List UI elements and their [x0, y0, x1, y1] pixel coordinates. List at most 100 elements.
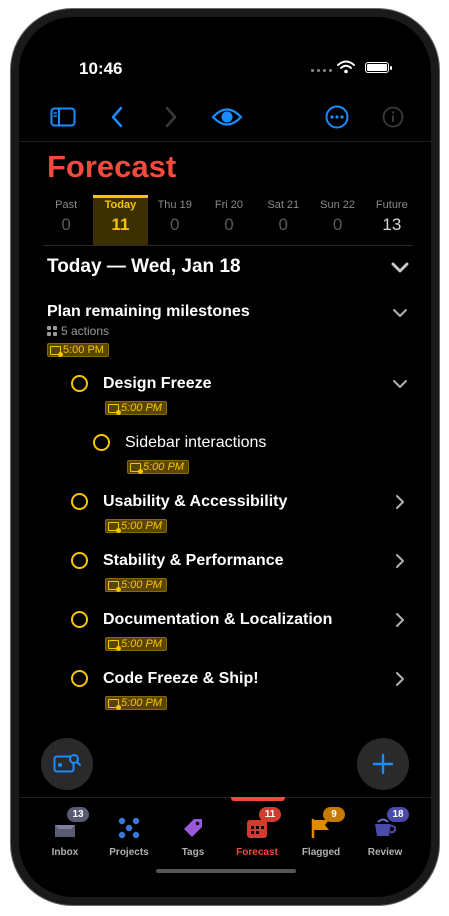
chevron-left-icon: [111, 106, 123, 128]
day-count: 13: [382, 215, 402, 234]
device-frame: 10:46 Forecast Past 0 Today 11 Thu 19 0 …: [10, 8, 440, 906]
tab-label: Forecast: [236, 847, 278, 858]
day-fri-20[interactable]: Fri 20 0: [202, 195, 256, 245]
tab-inbox[interactable]: 13 Inbox: [33, 805, 97, 865]
eye-icon: [211, 108, 243, 126]
tab-label: Review: [367, 847, 403, 858]
day-label: Future: [375, 199, 408, 211]
back-button[interactable]: [99, 99, 135, 135]
view-options-button[interactable]: [209, 99, 245, 135]
sidebar-icon: [50, 107, 76, 127]
quick-open-button[interactable]: [41, 738, 93, 790]
calendar-icon: [108, 521, 121, 533]
day-label: Today: [104, 199, 137, 211]
task-checkbox[interactable]: [93, 434, 110, 451]
chevron-down-icon[interactable]: [391, 375, 409, 393]
tab-badge: 9: [323, 807, 345, 822]
tabbar-divider: [19, 797, 431, 798]
day-sat-21[interactable]: Sat 21 0: [256, 195, 310, 245]
due-time: 5:00 PM: [121, 520, 162, 532]
day-future[interactable]: Future 13: [365, 195, 419, 245]
sidebar-toggle-button[interactable]: [45, 99, 81, 135]
task-checkbox[interactable]: [71, 493, 88, 510]
tab-label: Tags: [181, 847, 205, 858]
day-today[interactable]: Today 11: [93, 195, 148, 245]
wifi-icon: [337, 60, 355, 74]
due-badge: 5:00 PM: [105, 401, 167, 415]
status-time: 10:46: [79, 59, 123, 78]
day-count: 0: [169, 215, 180, 234]
chevron-down-icon[interactable]: [391, 259, 409, 277]
day-sun-22[interactable]: Sun 22 0: [310, 195, 364, 245]
chevron-down-icon[interactable]: [391, 304, 409, 322]
chevron-right-icon[interactable]: [391, 552, 409, 570]
tab-review[interactable]: 18 Review: [353, 805, 417, 865]
battery-icon: [365, 62, 392, 73]
tab-label: Flagged: [301, 847, 341, 858]
task-checkbox[interactable]: [71, 670, 88, 687]
tab-badge: 11: [259, 807, 281, 822]
day-count: 11: [111, 215, 130, 234]
actions-icon: [47, 326, 57, 336]
tab-label: Projects: [109, 847, 149, 858]
chevron-right-icon[interactable]: [391, 493, 409, 511]
chevron-right-icon[interactable]: [391, 670, 409, 688]
day-label: Sat 21: [267, 199, 300, 211]
forecast-day-strip: Past 0 Today 11 Thu 19 0 Fri 20 0 Sat 21 0 Su…: [39, 195, 419, 245]
tab-projects[interactable]: Projects: [97, 805, 161, 865]
calendar-icon: [108, 580, 121, 592]
due-badge: 5:00 PM: [47, 343, 109, 357]
task-title[interactable]: Documentation & Localization: [103, 611, 332, 629]
day-label: Past: [55, 199, 78, 211]
forward-button[interactable]: [153, 99, 189, 135]
info-icon: [382, 106, 404, 128]
calendar-icon: [130, 462, 143, 474]
day-past[interactable]: Past 0: [39, 195, 93, 245]
task-checkbox[interactable]: [71, 375, 88, 392]
due-badge: 5:00 PM: [105, 519, 167, 533]
day-thu-19[interactable]: Thu 19 0: [148, 195, 202, 245]
project-subtitle: 5 actions: [47, 324, 109, 338]
task-title[interactable]: Code Freeze & Ship!: [103, 670, 259, 688]
ellipsis-circle-icon: [325, 105, 349, 129]
calendar-icon: [108, 403, 121, 415]
home-indicator: [156, 869, 296, 873]
inspector-button[interactable]: [375, 99, 411, 135]
due-time: 5:00 PM: [121, 638, 162, 650]
day-count: 0: [332, 215, 343, 234]
due-badge: 5:00 PM: [105, 637, 167, 651]
task-checkbox[interactable]: [71, 552, 88, 569]
task-title[interactable]: Sidebar interactions: [125, 434, 266, 452]
day-strip-divider: [43, 245, 413, 246]
tab-badge: 18: [387, 807, 409, 822]
task-title[interactable]: Usability & Accessibility: [103, 493, 287, 511]
calendar-icon: [108, 698, 121, 710]
calendar-icon: [108, 639, 121, 651]
new-action-button[interactable]: [357, 738, 409, 790]
day-label: Sun 22: [320, 199, 355, 211]
chevron-right-icon[interactable]: [391, 611, 409, 629]
project-title[interactable]: Plan remaining milestones: [47, 303, 250, 321]
toolbar: [19, 99, 431, 135]
tab-flagged[interactable]: 9 Flagged: [289, 805, 353, 865]
quick-open-icon: [53, 754, 81, 773]
task-title[interactable]: Design Freeze: [103, 375, 211, 393]
task-checkbox[interactable]: [71, 611, 88, 628]
due-badge: 5:00 PM: [105, 578, 167, 592]
section-title: Today — Wed, Jan 18: [47, 256, 241, 277]
tab-tags[interactable]: Tags: [161, 805, 225, 865]
day-count: 0: [278, 215, 288, 234]
projects-icon: [118, 817, 140, 839]
page-title: Forecast: [47, 149, 177, 184]
tab-forecast[interactable]: 11 Forecast: [225, 805, 289, 865]
task-title[interactable]: Stability & Performance: [103, 552, 284, 570]
status-bar: 10:46: [19, 17, 431, 78]
day-count: 0: [61, 215, 71, 234]
project-action-count: 5 actions: [61, 324, 110, 338]
active-tab-indicator: [231, 797, 285, 801]
more-button[interactable]: [319, 99, 355, 135]
chevron-right-icon: [165, 106, 177, 128]
cellular-signal-icon: [311, 69, 332, 72]
due-badge: 5:00 PM: [105, 696, 167, 710]
tag-icon: [184, 819, 202, 837]
